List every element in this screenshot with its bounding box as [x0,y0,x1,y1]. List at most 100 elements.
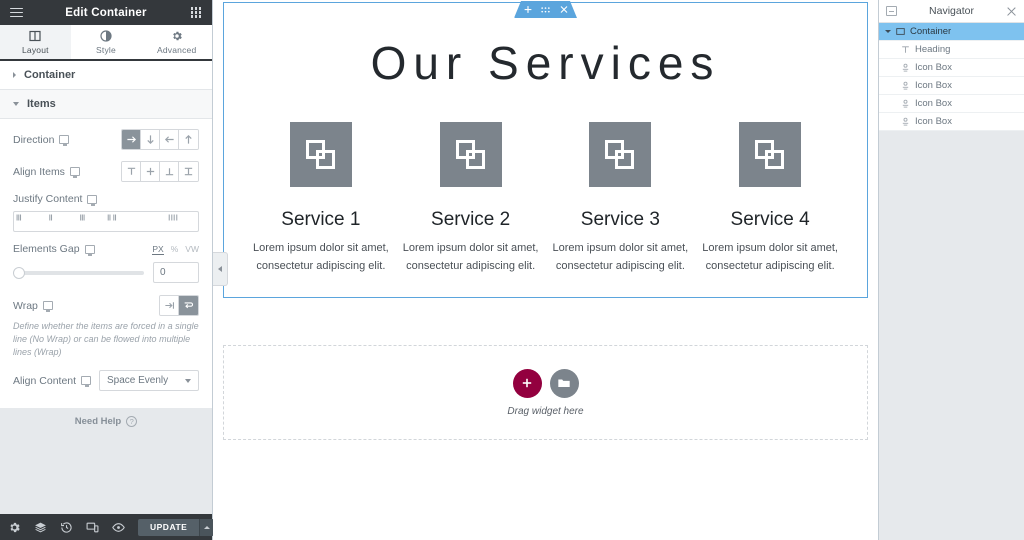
responsive-device-icon[interactable] [81,376,92,388]
gap-unit-switcher: PX % VW [152,244,199,255]
justify-end-button[interactable] [75,212,106,231]
unit-px[interactable]: PX [152,244,164,255]
icon-box-icon [901,117,910,126]
update-button[interactable]: UPDATE [138,518,200,536]
tab-layout-label: Layout [21,44,49,55]
align-items-center-button[interactable] [141,162,160,181]
control-wrap: Wrap [13,295,199,316]
tab-advanced-label: Advanced [156,44,197,55]
icon-box-2[interactable]: Service 2 Lorem ipsum dolor sit amet, co… [396,122,546,275]
service-title: Service 1 [281,209,361,230]
justify-center-button[interactable] [45,212,76,231]
responsive-device-icon[interactable] [59,135,70,146]
direction-column-reverse-button[interactable] [179,130,198,149]
navigator-item-icon-box-4[interactable]: Icon Box [879,113,1024,131]
panel-header: Edit Container [0,0,212,25]
responsive-mode-icon[interactable] [86,520,99,534]
direction-row-button[interactable] [122,130,141,149]
chevron-down-icon [185,378,191,383]
tab-layout[interactable]: Layout [0,25,71,59]
wrap-wrap-button[interactable] [179,296,198,315]
control-align-content: Align Content Space Evenly [13,370,199,392]
justify-content-button-group [13,211,199,232]
justify-space-between-button[interactable] [106,212,137,231]
heading-t-icon [901,45,910,54]
wrap-description: Define whether the items are forced in a… [13,321,199,358]
navigator-item-icon-box-1[interactable]: Icon Box [879,59,1024,77]
tab-style[interactable]: Style [70,25,142,59]
editor-canvas: Our Services Service 1 Lorem ipsum dolor… [213,0,878,540]
align-content-select[interactable]: Space Evenly [99,370,199,392]
direction-column-button[interactable] [141,130,160,149]
add-widget-button[interactable] [512,368,542,398]
panel-footer: UPDATE [0,514,215,540]
justify-space-evenly-button[interactable] [167,212,198,231]
settings-gear-icon[interactable] [8,520,21,534]
navigator-item-label: Icon Box [915,98,952,109]
dock-toggle-icon[interactable] [886,6,897,16]
need-help-link[interactable]: Need Help ? [0,416,212,428]
responsive-device-icon[interactable] [42,301,53,312]
section-container[interactable]: Container [0,61,212,90]
template-folder-button[interactable] [549,368,579,398]
panel-collapse-handle[interactable] [213,252,228,286]
close-x-icon[interactable] [558,4,569,15]
align-items-start-button[interactable] [122,162,141,181]
navigator-layers-icon[interactable] [34,520,47,534]
drag-handle-icon[interactable] [540,4,551,15]
responsive-device-icon[interactable] [87,194,98,206]
direction-row-reverse-button[interactable] [160,130,179,149]
widgets-grid-icon[interactable] [187,4,205,22]
navigator-item-label: Icon Box [915,116,952,127]
widget-dropzone[interactable]: Drag widget here [223,345,868,440]
close-x-icon[interactable] [1006,6,1017,17]
items-controls: Direction Align Items Justify Content El… [0,119,212,409]
chevron-down-icon[interactable] [885,30,891,33]
elements-gap-label: Elements Gap [13,243,95,256]
editor-panel: Edit Container Layout Style Advanced Con… [0,0,228,540]
justify-start-button[interactable] [14,212,45,231]
icon-box-1[interactable]: Service 1 Lorem ipsum dolor sit amet, co… [246,122,396,275]
tab-advanced[interactable]: Advanced [141,25,213,59]
icon-box-icon [901,81,910,90]
justify-space-around-button[interactable] [137,212,168,231]
gap-slider[interactable] [13,266,144,279]
unit-vw[interactable]: VW [185,244,199,254]
navigator-item-label: Container [910,26,952,37]
clone-squares-icon [289,122,352,187]
layout-columns-icon [29,30,41,42]
preview-eye-icon[interactable] [112,520,125,534]
page-heading: Our Services [370,37,721,89]
justify-content-label: Justify Content [13,193,199,206]
responsive-device-icon[interactable] [84,244,95,256]
hamburger-menu-icon[interactable] [7,4,25,22]
section-items-label: Items [27,98,56,110]
align-content-label: Align Content [13,375,92,388]
navigator-item-label: Icon Box [915,80,952,91]
section-items[interactable]: Items [0,90,212,119]
gear-icon [171,30,183,42]
navigator-item-icon-box-3[interactable]: Icon Box [879,95,1024,113]
contrast-circle-icon [100,29,112,42]
icon-box-3[interactable]: Service 3 Lorem ipsum dolor sit amet, co… [546,122,696,275]
gap-slider-knob[interactable] [13,266,25,279]
tab-style-label: Style [96,44,116,55]
align-items-label: Align Items [13,166,80,178]
wrap-nowrap-button[interactable] [160,296,179,315]
align-items-end-button[interactable] [160,162,179,181]
container-icon [896,27,905,36]
history-clock-icon[interactable] [60,520,73,534]
service-description: Lorem ipsum dolor sit amet, consectetur … [402,242,539,272]
gap-value-input[interactable] [153,262,199,283]
responsive-device-icon[interactable] [69,167,80,178]
icon-box-4[interactable]: Service 4 Lorem ipsum dolor sit amet, co… [695,122,845,275]
navigator-item-icon-box-2[interactable]: Icon Box [879,77,1024,95]
align-items-stretch-button[interactable] [179,162,198,181]
unit-percent[interactable]: % [171,244,179,254]
navigator-item-container[interactable]: Container [879,23,1024,41]
plus-icon[interactable] [522,4,533,15]
navigator-item-heading[interactable]: Heading [879,41,1024,59]
chevron-down-icon [13,102,19,106]
selected-container[interactable]: Our Services Service 1 Lorem ipsum dolor… [223,2,868,298]
navigator-header: Navigator [879,0,1024,23]
